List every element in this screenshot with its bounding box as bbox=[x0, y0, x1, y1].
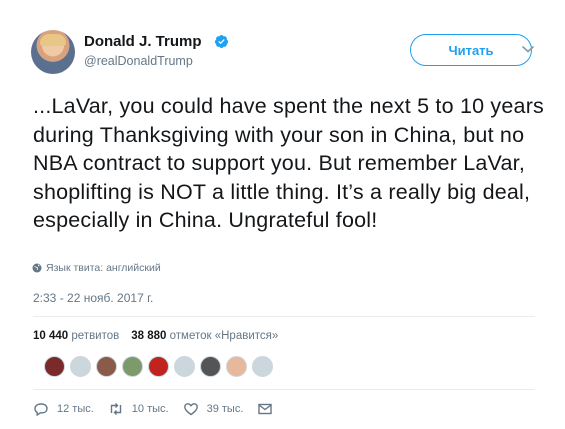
liker-avatar[interactable] bbox=[200, 356, 221, 377]
retweet-icon bbox=[110, 403, 121, 415]
retweet-count: 10 тыс. bbox=[131, 403, 169, 415]
retweet-button[interactable]: 10 тыс. bbox=[108, 402, 169, 416]
reply-icon bbox=[34, 403, 48, 416]
liker-avatar[interactable] bbox=[96, 356, 117, 377]
verified-badge-icon bbox=[214, 34, 229, 49]
liker-avatar[interactable] bbox=[252, 356, 273, 377]
retweets-stat[interactable]: 10 440 ретвитов bbox=[33, 330, 119, 342]
like-count: 39 тыс. bbox=[206, 403, 244, 415]
liker-avatar[interactable] bbox=[148, 356, 169, 377]
liker-avatar[interactable] bbox=[122, 356, 143, 377]
liker-avatar[interactable] bbox=[174, 356, 195, 377]
liker-avatars bbox=[44, 356, 273, 377]
chevron-down-icon[interactable] bbox=[521, 44, 535, 54]
display-name[interactable]: Donald J. Trump bbox=[84, 33, 202, 50]
reply-count: 12 тыс. bbox=[57, 403, 94, 415]
envelope-icon bbox=[258, 403, 273, 415]
divider bbox=[33, 316, 535, 317]
avatar[interactable] bbox=[31, 30, 75, 74]
liker-avatar[interactable] bbox=[226, 356, 247, 377]
globe-icon bbox=[32, 263, 42, 273]
likes-stat[interactable]: 38 880 отметок «Нравится» bbox=[131, 330, 278, 342]
retweets-count: 10 440 bbox=[33, 330, 69, 342]
liker-avatar[interactable] bbox=[70, 356, 91, 377]
likes-count: 38 880 bbox=[131, 330, 167, 342]
like-button[interactable]: 39 тыс. bbox=[183, 402, 244, 416]
divider bbox=[33, 389, 535, 390]
likes-label: отметок «Нравится» bbox=[169, 330, 279, 342]
tweet-language-label: Язык твита: английский bbox=[46, 262, 161, 274]
follow-button[interactable]: Читать bbox=[410, 34, 532, 66]
liker-avatar[interactable] bbox=[44, 356, 65, 377]
reply-button[interactable]: 12 тыс. bbox=[33, 402, 94, 416]
handle[interactable]: @realDonaldTrump bbox=[84, 54, 193, 68]
tweet-timestamp[interactable]: 2:33 - 22 нояб. 2017 г. bbox=[33, 291, 153, 305]
tweet-language: Язык твита: английский bbox=[32, 262, 161, 274]
message-button[interactable] bbox=[257, 402, 273, 416]
tweet-actions: 12 тыс. 10 тыс. 39 тыс. bbox=[33, 402, 273, 416]
retweets-label: ретвитов bbox=[71, 330, 120, 342]
tweet: Donald J. Trump @realDonaldTrump Читать … bbox=[0, 0, 565, 429]
tweet-stats: 10 440 ретвитов 38 880 отметок «Нравится… bbox=[33, 330, 278, 342]
tweet-text: ...LaVar, you could have spent the next … bbox=[33, 94, 544, 232]
heart-icon bbox=[183, 403, 198, 416]
